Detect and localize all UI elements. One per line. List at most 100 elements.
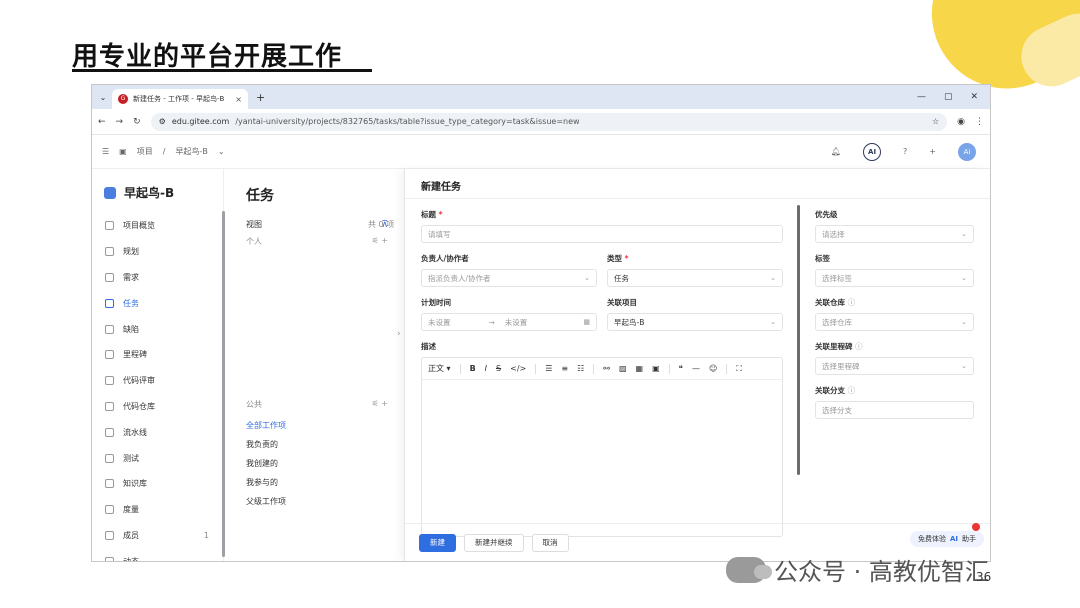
strikethrough-icon[interactable]: S — [496, 364, 501, 373]
sidebar-item-label: 项目概览 — [123, 221, 155, 231]
priority-select[interactable]: 请选择 ⌄ — [815, 225, 974, 243]
profile-icon[interactable]: ◉ — [957, 117, 965, 127]
sidebar-item-milestones[interactable]: 里程碑 — [92, 342, 223, 368]
activity-icon — [105, 556, 114, 561]
sidebar-item-repos[interactable]: 代码仓库 — [92, 394, 223, 420]
notification-bell-icon[interactable]: 🔔︎ — [831, 147, 841, 156]
branch-select[interactable]: 选择分支 — [815, 401, 974, 419]
url-host: edu.gitee.com — [171, 117, 230, 126]
emoji-icon[interactable]: ☺ — [709, 364, 717, 373]
bold-icon[interactable]: B — [470, 364, 476, 373]
field-label-milestone: 关联里程碑 ⓘ — [815, 342, 863, 351]
hamburger-icon[interactable]: ☰ — [102, 147, 109, 156]
divider-icon[interactable]: — — [692, 364, 700, 373]
chevron-down-icon[interactable]: ⌄ — [218, 147, 225, 156]
group-actions[interactable]: ⚟ + — [372, 399, 388, 410]
sidebar-item-members[interactable]: 成员 1 — [92, 523, 223, 549]
bullet-list-icon[interactable]: ☰ — [545, 364, 552, 373]
sidebar-item-pipeline[interactable]: 流水线 — [92, 419, 223, 445]
sidebar-item-activity[interactable]: 动态 — [92, 548, 223, 561]
create-continue-button[interactable]: 新建并继续 — [464, 533, 524, 552]
new-tab-icon[interactable]: + — [256, 91, 265, 104]
sidebar: 早起鸟-B 项目概览 规划 需求 任务 缺陷 里程碑 代码评审 代码仓库 流水线… — [92, 169, 225, 561]
sidebar-scrollbar[interactable] — [222, 211, 225, 557]
description-editor[interactable]: 正文 ▾ B I S </> ☰ ≡ ☷ ⚯ ▨ ▦ ▣ ❝ — ☺ ⛶ — [421, 357, 783, 537]
add-icon[interactable]: + — [929, 147, 936, 156]
chevron-down-icon: ⌄ — [961, 274, 967, 282]
media-icon[interactable]: ▣ — [652, 364, 660, 373]
back-icon[interactable]: ← — [98, 117, 106, 127]
sidebar-item-code-review[interactable]: 代码评审 — [92, 368, 223, 394]
forward-icon[interactable]: → — [116, 117, 124, 127]
tab-list-icon[interactable]: ⌄ — [94, 93, 112, 102]
ordered-list-icon[interactable]: ≡ — [561, 364, 568, 373]
menu-kebab-icon[interactable]: ⋮ — [975, 117, 984, 127]
sidebar-item-metrics[interactable]: 度量 — [92, 497, 223, 523]
group-actions[interactable]: ⚟ + — [372, 236, 388, 247]
view-parent-items[interactable]: 父级工作项 — [232, 492, 402, 511]
bookmark-star-icon[interactable]: ☆ — [932, 117, 939, 126]
project-logo-icon — [104, 186, 116, 199]
cancel-button[interactable]: 取消 — [531, 533, 569, 552]
sidebar-item-label: 代码评审 — [123, 376, 155, 386]
breadcrumb-current[interactable]: 早起鸟-B — [175, 146, 207, 157]
type-select[interactable]: 任务 ⌄ — [607, 269, 783, 287]
project-switcher[interactable]: 早起鸟-B — [92, 169, 223, 213]
sidebar-item-wiki[interactable]: 知识库 — [92, 471, 223, 497]
sidebar-item-overview[interactable]: 项目概览 — [92, 213, 223, 239]
app-body: 早起鸟-B 项目概览 规划 需求 任务 缺陷 里程碑 代码评审 代码仓库 流水线… — [92, 169, 990, 561]
ai-assistant-pill[interactable]: 免费体验 AI 助手 — [909, 531, 984, 547]
italic-icon[interactable]: I — [485, 364, 487, 373]
site-info-icon[interactable]: ⚙ — [159, 117, 166, 126]
sidebar-item-testing[interactable]: 测试 — [92, 445, 223, 471]
related-project-select[interactable]: 早起鸟-B ⌄ — [607, 313, 783, 331]
task-list-icon[interactable]: ☷ — [577, 364, 584, 373]
chevron-right-icon[interactable]: › — [397, 329, 401, 339]
view-assigned-to-me[interactable]: 我负责的 — [232, 435, 402, 454]
quote-icon[interactable]: ❝ — [679, 364, 683, 373]
link-icon[interactable]: ⚯ — [603, 364, 610, 373]
info-icon: ⓘ — [855, 342, 863, 351]
new-task-drawer: 新建任务 › 标题 * 请填写 负责人/协作者 指派负责人/协作者⌄ 类型 * — [397, 169, 990, 561]
reload-icon[interactable]: ↻ — [133, 117, 141, 127]
breadcrumb-project[interactable]: 项目 — [137, 146, 153, 157]
minimize-icon[interactable]: — — [917, 92, 926, 102]
view-all-items[interactable]: 全部工作项 — [232, 416, 402, 435]
slide-title: 用专业的平台开展工作 — [72, 42, 343, 72]
repo-select[interactable]: 选择仓库 ⌄ — [815, 313, 974, 331]
info-icon: ⓘ — [847, 298, 856, 307]
format-select[interactable]: 正文 ▾ — [428, 363, 451, 374]
sidebar-item-planning[interactable]: 规划 — [92, 239, 223, 265]
code-icon[interactable]: </> — [510, 364, 526, 373]
group-label: 个人 — [246, 237, 262, 246]
browser-tab[interactable]: G 新建任务 - 工作项 - 早起鸟-B × — [112, 89, 248, 109]
help-icon[interactable]: ? — [903, 147, 907, 156]
sidebar-item-bugs[interactable]: 缺陷 — [92, 316, 223, 342]
slide: 用专业的平台开展工作 ⌄ G 新建任务 - 工作项 - 早起鸟-B × + — … — [0, 0, 1080, 608]
avatar[interactable]: Ai — [958, 142, 976, 161]
image-icon[interactable]: ▨ — [619, 364, 627, 373]
ai-assistant-button[interactable]: AI — [863, 142, 882, 161]
title-underline — [72, 69, 372, 72]
view-participating[interactable]: 我参与的 — [232, 473, 402, 492]
views-label: 视图 — [246, 220, 262, 229]
title-input[interactable]: 请填写 — [421, 225, 783, 243]
tasks-panel: 任务 视图 ⊼ 共 0 项 个人 ⚟ + 公共 ⚟ + 全部工作项 我负责的 我… — [232, 169, 402, 561]
requirements-icon — [105, 272, 114, 282]
sidebar-item-requirements[interactable]: 需求 — [92, 265, 223, 291]
close-icon[interactable]: × — [235, 95, 242, 104]
create-button[interactable]: 新建 — [419, 533, 456, 552]
drawer-scrollbar[interactable] — [797, 205, 800, 475]
tags-select[interactable]: 选择标签 ⌄ — [815, 269, 974, 287]
url-field[interactable]: ⚙ edu.gitee.com/yantai-university/projec… — [150, 112, 948, 131]
sidebar-item-tasks[interactable]: 任务 — [92, 290, 223, 316]
fullscreen-icon[interactable]: ⛶ — [736, 364, 742, 374]
milestone-select[interactable]: 选择里程碑 ⌄ — [815, 357, 974, 375]
assignee-select[interactable]: 指派负责人/协作者 ⌄ — [421, 269, 597, 287]
restore-icon[interactable]: ▢ — [944, 92, 953, 102]
repository-icon — [105, 401, 114, 411]
plan-time-range[interactable]: 未设置 → 未设置 ▦ — [421, 313, 597, 331]
view-created-by-me[interactable]: 我创建的 — [232, 454, 402, 473]
close-window-icon[interactable]: ✕ — [970, 92, 978, 102]
table-icon[interactable]: ▦ — [636, 364, 644, 373]
